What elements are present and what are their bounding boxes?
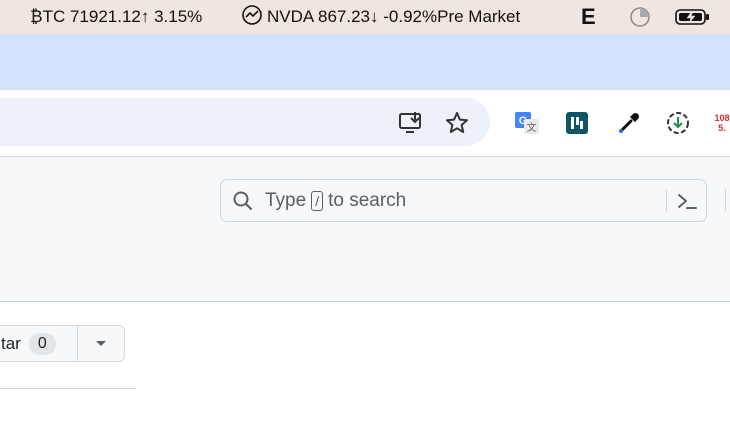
browser-toolbar: G文 108 5. [0, 90, 730, 157]
github-header: Type / to search [0, 157, 730, 302]
search-icon [233, 191, 253, 216]
nvda-ticker-item[interactable]: NVDA 867.23↓ -0.92%Pre Market [241, 0, 520, 34]
bookmark-star-icon[interactable] [444, 110, 470, 136]
tab-strip [0, 34, 730, 90]
section-divider [0, 388, 136, 389]
menu-bar: ₿TC 71921.12↑ 3.15% NVDA 867.23↓ -0.92%P… [0, 0, 730, 34]
star-button[interactable]: tar 0 [0, 325, 78, 362]
battery-charging-icon[interactable] [675, 0, 711, 34]
e-app-icon[interactable]: E [581, 0, 596, 34]
search-placeholder: Type / to search [265, 190, 406, 212]
extension-badge[interactable]: 108 5. [712, 110, 730, 136]
extension-bars-icon[interactable] [564, 110, 590, 136]
header-divider [725, 189, 726, 211]
svg-text:文: 文 [527, 121, 537, 134]
star-button-group: tar 0 [0, 325, 125, 362]
command-palette-icon[interactable] [676, 190, 698, 217]
btc-ticker[interactable]: ₿TC 71921.12↑ 3.15% [30, 0, 202, 34]
install-app-icon[interactable] [398, 110, 424, 136]
nvda-ticker: NVDA 867.23↓ -0.92%Pre Market [267, 7, 521, 26]
star-count: 0 [28, 332, 56, 355]
eyedropper-icon[interactable] [616, 110, 642, 136]
search-suffix: to search [328, 190, 407, 211]
focus-circle-icon[interactable] [629, 0, 651, 34]
star-label: tar [1, 333, 21, 353]
search-shortcut-key: / [311, 191, 324, 211]
badge-bottom: 5. [718, 123, 726, 133]
address-bar[interactable] [0, 98, 490, 146]
download-progress-icon[interactable] [665, 110, 691, 136]
star-dropdown-button[interactable] [78, 325, 125, 362]
search-divider [666, 190, 667, 212]
badge-top: 108 [714, 113, 730, 123]
search-input[interactable]: Type / to search [220, 179, 707, 222]
google-translate-icon[interactable]: G文 [514, 110, 540, 136]
stock-icon [241, 4, 263, 31]
search-prefix: Type [265, 190, 307, 211]
caret-down-icon [96, 340, 106, 346]
